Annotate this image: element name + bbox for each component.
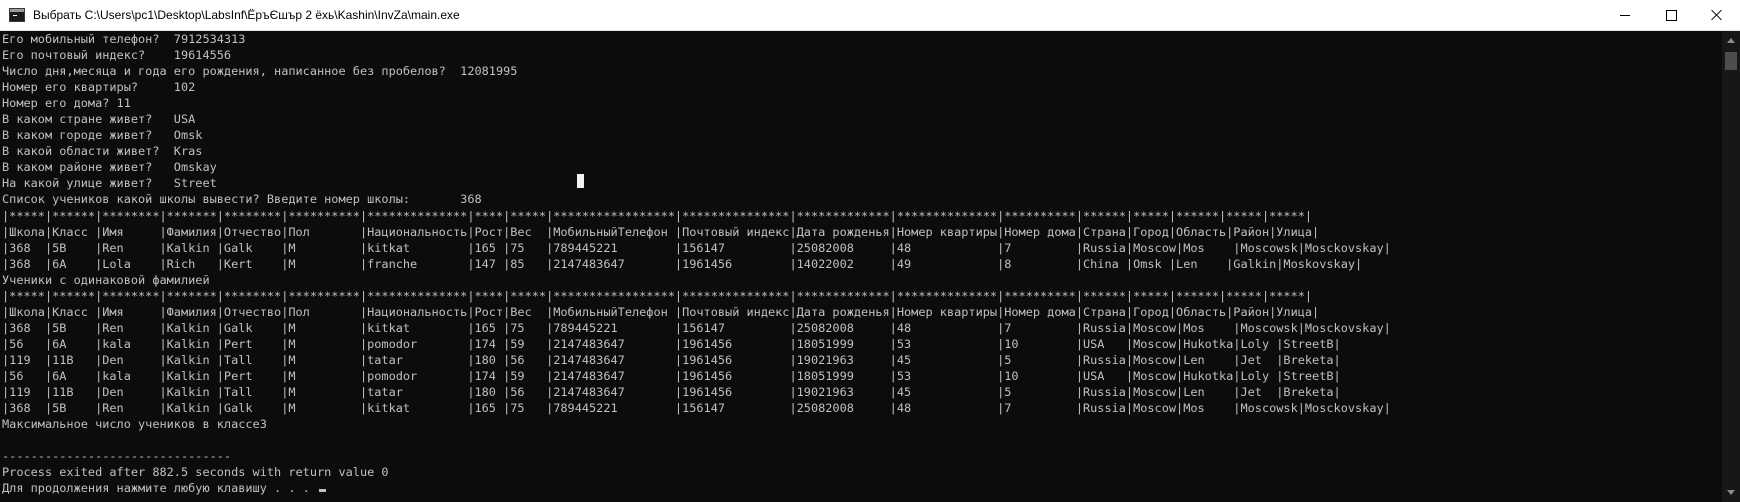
minimize-icon [1620,14,1630,16]
console-line: В каком стране живет? USA [2,112,196,127]
console-line: В какой области живет? Kras [2,144,203,159]
close-button[interactable] [1694,0,1740,31]
vertical-scrollbar[interactable] [1722,31,1740,502]
console-line: Ученики с одинаковой фамилией [2,272,210,287]
console-line: На какой улице живет? Street [2,176,217,191]
console-line: |*****|******|********|*******|********|… [2,288,1313,303]
console-app-icon [9,8,25,22]
console-line: |119 |11B |Den |Kalkin |Tall |M |tatar |… [2,352,1341,367]
console-line: Его мобильный телефон? 7912534313 [2,32,246,46]
console-line: Process exited after 882.5 seconds with … [2,465,389,480]
console-line: |56 |6A |kala |Kalkin |Pert |M |pomodor … [2,336,1341,351]
console-output[interactable]: Его мобильный телефон? 7912534313 Его по… [0,31,1722,502]
console-text: Его мобильный телефон? 7912534313 Его по… [0,31,1722,496]
console-line: |Школа|Класс |Имя |Фамилия|Отчество|Пол … [2,304,1320,319]
scroll-thumb[interactable] [1725,52,1737,70]
console-line: -------------------------------- [2,449,232,464]
console-line: |368 |5B |Ren |Kalkin |Galk |M |kitkat |… [2,320,1391,335]
close-icon [1711,9,1723,21]
console-line: |*****|******|********|*******|********|… [2,208,1313,223]
window-controls [1602,0,1740,31]
console-line: Его почтовый индекс? 19614556 [2,48,232,63]
console-line: |Школа|Класс |Имя |Фамилия|Отчество|Пол … [2,224,1320,239]
scroll-up-arrow-icon[interactable] [1727,38,1735,43]
console-line: |119 |11B |Den |Kalkin |Tall |M |tatar |… [2,385,1341,400]
continue-prompt: Для продолжения нажмите любую клавишу . … [2,481,317,496]
console-line: Номер его дома? 11 [2,96,131,111]
console-line: |368 |5B |Ren |Kalkin |Galk |M |kitkat |… [2,240,1391,255]
console-line: В каком районе живет? Omskay [2,160,217,175]
console-line: В каком городе живет? Omsk [2,128,203,143]
title-bar[interactable]: Выбрать C:\Users\pc1\Desktop\LabsInf\Ёръ… [0,0,1740,31]
console-line: Список учеников какой школы вывести? Вве… [2,192,482,207]
console-line: |368 |6A |Lola |Rich |Kert |M |franche |… [2,256,1363,271]
maximize-button[interactable] [1648,0,1694,31]
minimize-button[interactable] [1602,0,1648,31]
console-line: |368 |5B |Ren |Kalkin |Galk |M |kitkat |… [2,401,1391,416]
selection-cursor [577,174,584,188]
console-line: Число дня,месяца и года его рождения, на… [2,64,518,79]
scroll-down-arrow-icon[interactable] [1727,490,1735,495]
console-line: Номер его квартиры? 102 [2,80,196,95]
window-title: Выбрать C:\Users\pc1\Desktop\LabsInf\Ёръ… [33,8,460,22]
console-line: |56 |6A |kala |Kalkin |Pert |M |pomodor … [2,368,1341,383]
console-window: Выбрать C:\Users\pc1\Desktop\LabsInf\Ёръ… [0,0,1740,502]
text-cursor [319,489,326,493]
maximize-icon [1665,9,1677,21]
console-line: Максимальное число учеников в классе3 [2,417,267,432]
